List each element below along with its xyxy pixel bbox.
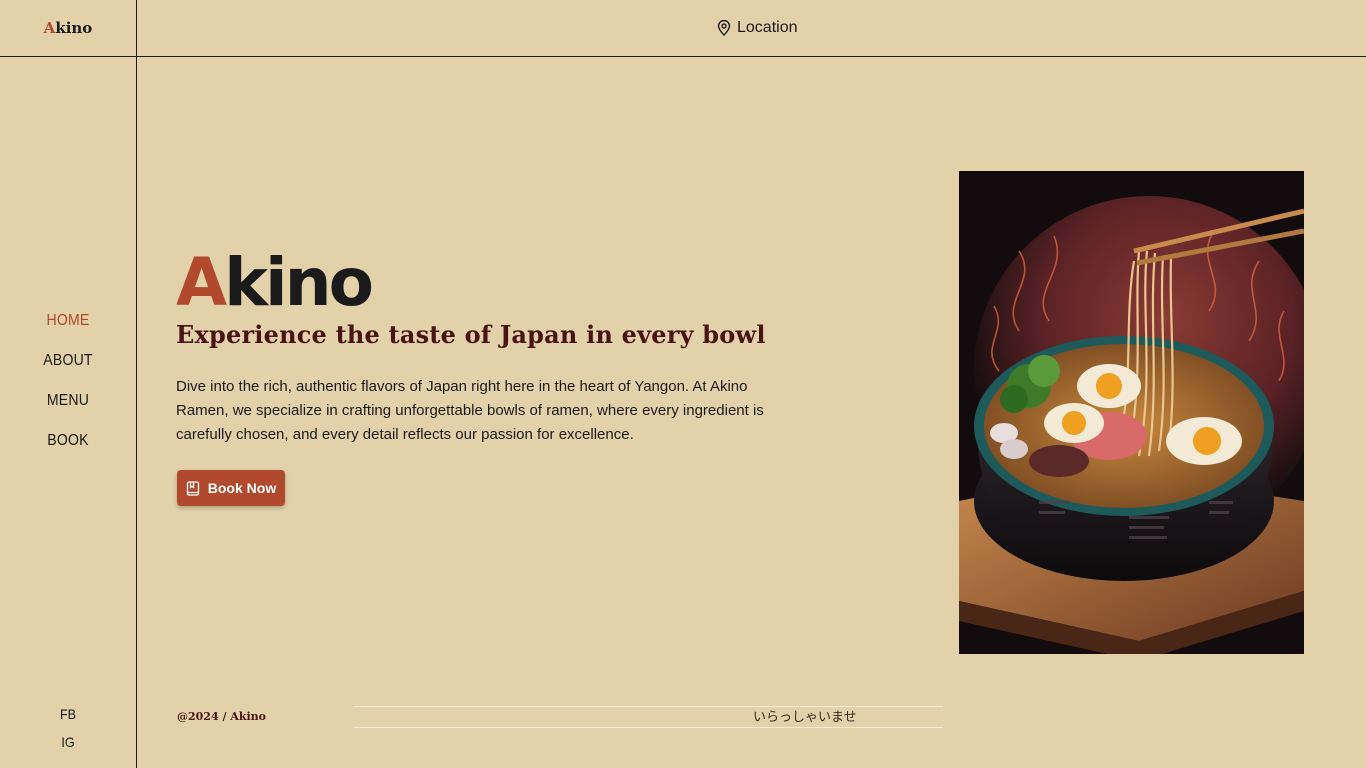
ramen-illustration xyxy=(959,171,1304,654)
nav-item-book[interactable]: BOOK xyxy=(8,426,128,466)
footer-copyright: @2024 / Akino xyxy=(177,710,266,723)
ramen-bowl-image xyxy=(959,171,1304,654)
sidebar-divider xyxy=(136,0,137,768)
hero-brand-title: Akino xyxy=(176,248,374,318)
map-pin-icon xyxy=(717,20,731,36)
hero-brand-rest: kino xyxy=(224,244,374,321)
header-logo[interactable]: Akino xyxy=(0,0,136,56)
social-link-ig[interactable]: IG xyxy=(7,732,129,760)
page: Akino Location HOME ABOUT MENU BOOK FB I… xyxy=(0,0,1366,768)
location-label: Location xyxy=(737,19,798,36)
footer-marquee: いらっしゃいませ xyxy=(354,706,943,728)
social-link-fb[interactable]: FB xyxy=(7,704,129,732)
book-now-label: Book Now xyxy=(207,480,277,496)
header-logo-rest: kino xyxy=(55,19,93,37)
nav-item-menu[interactable]: MENU xyxy=(8,386,128,426)
location-link[interactable]: Location xyxy=(717,17,798,39)
marquee-text: いらっしゃいませ xyxy=(753,710,857,725)
hero-headline: Experience the taste of Japan in every b… xyxy=(176,320,766,349)
social-links: FB IG xyxy=(0,704,136,760)
hero-description: Dive into the rich, authentic flavors of… xyxy=(176,378,764,443)
hero-brand-initial: A xyxy=(176,244,227,321)
nav-item-home[interactable]: HOME xyxy=(8,306,128,346)
header-divider xyxy=(0,56,1366,57)
nav-item-about[interactable]: ABOUT xyxy=(8,346,128,386)
header-logo-initial: A xyxy=(43,19,56,37)
book-icon xyxy=(186,480,199,496)
side-nav: HOME ABOUT MENU BOOK xyxy=(0,306,136,466)
book-now-button[interactable]: Book Now xyxy=(177,470,285,506)
